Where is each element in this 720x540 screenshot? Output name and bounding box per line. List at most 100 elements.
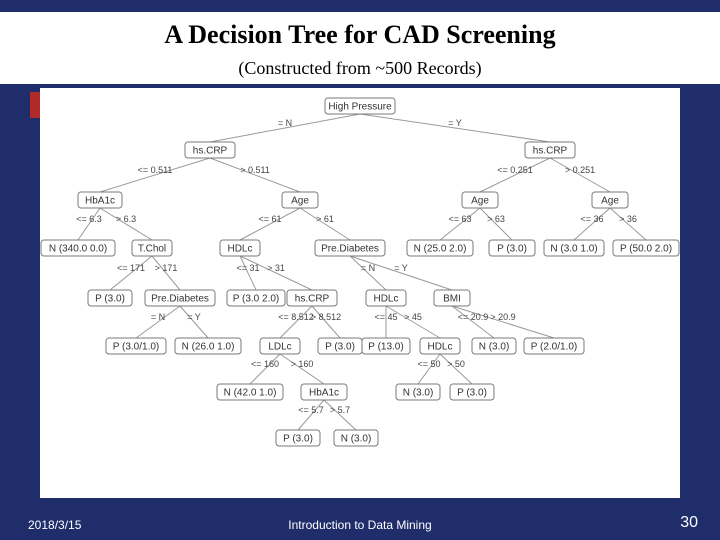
tree-edge-label: <= 45 [374, 312, 397, 322]
tree-edge-label: <= 160 [251, 359, 279, 369]
tree-edge [312, 306, 340, 338]
footer-title: Introduction to Data Mining [0, 518, 720, 532]
tree-edge [440, 208, 480, 240]
tree-node-label: LDLc [268, 342, 291, 353]
tree-edge-label: <= 5.7 [298, 405, 324, 415]
tree-edge [78, 208, 100, 240]
tree-edge-label: > 0.251 [565, 165, 595, 175]
tree-node-label: BMI [443, 294, 461, 305]
tree-node-label: P (13.0) [368, 342, 403, 353]
tree-node-label: HDLc [373, 294, 398, 305]
tree-node-label: N (3.0) [479, 342, 510, 353]
tree-node-label: P (3.0) [283, 434, 313, 445]
tree-node-label: Pre.Diabetes [151, 294, 209, 305]
tree-edge-label: > 20.9 [490, 312, 515, 322]
tree-node-label: N (3.0) [403, 388, 434, 399]
tree-edge [240, 208, 300, 240]
tree-edge-label: > 50 [447, 359, 465, 369]
tree-edge [240, 256, 312, 290]
tree-edge-label: <= 31 [236, 263, 259, 273]
tree-edge-label: > 5.7 [330, 405, 350, 415]
tree-edge [452, 306, 494, 338]
tree-edge [180, 306, 208, 338]
tree-edge-label: <= 36 [580, 214, 603, 224]
tree-node-label: hs.CRP [295, 294, 330, 305]
tree-edge-label: <= 50 [417, 359, 440, 369]
tree-node-label: P (3.0 2.0) [233, 294, 280, 305]
tree-node-label: T.Chol [138, 244, 166, 255]
tree-edge-label: > 36 [619, 214, 637, 224]
tree-node-label: P (3.0) [325, 342, 355, 353]
tree-edge-label: > 63 [487, 214, 505, 224]
tree-node-label: P (3.0) [95, 294, 125, 305]
tree-edge [386, 306, 440, 338]
tree-edge-label: <= 61 [258, 214, 281, 224]
tree-edge [452, 306, 554, 338]
tree-edge-label: = Y [187, 312, 201, 322]
tree-edge-label: = N [151, 312, 165, 322]
tree-edge-label: <= 20.9 [458, 312, 489, 322]
tree-node-label: hs.CRP [193, 146, 228, 157]
tree-edge [210, 158, 300, 192]
tree-edge [574, 208, 610, 240]
tree-edge-label: = Y [394, 263, 408, 273]
tree-edge-label: <= 63 [448, 214, 471, 224]
tree-node-label: hs.CRP [533, 146, 568, 157]
tree-edge-label: = Y [448, 118, 462, 128]
tree-edge [350, 256, 386, 290]
tree-edge-label: <= 6.3 [76, 214, 102, 224]
tree-node-label: N (25.0 2.0) [414, 244, 467, 255]
tree-node-label: High Pressure [328, 102, 392, 113]
tree-node-label: N (340.0 0.0) [49, 244, 107, 255]
tree-edge-label: = N [361, 263, 375, 273]
tree-edge [100, 158, 210, 192]
tree-node-label: HDLc [227, 244, 252, 255]
tree-node-label: HbA1c [309, 388, 339, 399]
tree-edge [100, 208, 152, 240]
tree-edge-label: = N [278, 118, 292, 128]
tree-node-label: N (3.0) [341, 434, 372, 445]
tree-edge [550, 158, 610, 192]
tree-edge [350, 256, 452, 290]
slide-subtitle: (Constructed from ~500 Records) [0, 56, 720, 81]
tree-node-label: Age [291, 196, 309, 207]
tree-edge-label: > 0.511 [240, 165, 270, 175]
tree-edge [110, 256, 152, 290]
tree-edge [300, 208, 350, 240]
tree-node-label: P (3.0) [457, 388, 487, 399]
tree-edge-label: <= 8.512 [278, 312, 314, 322]
tree-node-label: P (3.0) [497, 244, 527, 255]
tree-edge-label: > 171 [155, 263, 178, 273]
tree-edge [280, 306, 312, 338]
tree-svg: High Pressure hs.CRP hs.CRP HbA1c Age Age Age N… [40, 88, 680, 498]
tree-edge-label: <= 0.251 [497, 165, 533, 175]
slide-number: 30 [680, 514, 698, 532]
tree-edge [610, 208, 646, 240]
tree-node-label: Age [471, 196, 489, 207]
tree-edge-label: > 6.3 [116, 214, 136, 224]
tree-edge [240, 256, 256, 290]
slide: A Decision Tree for CAD Screening (Const… [0, 0, 720, 540]
slide-title: A Decision Tree for CAD Screening [0, 18, 720, 52]
tree-edge-label: > 61 [316, 214, 334, 224]
tree-node-label: N (3.0 1.0) [550, 244, 597, 255]
decision-tree-diagram: High Pressure hs.CRP hs.CRP HbA1c Age Age Age N… [40, 88, 680, 498]
tree-node-label: P (50.0 2.0) [620, 244, 672, 255]
footer: 2018/3/15 Introduction to Data Mining 30 [0, 512, 720, 532]
tree-node-label: Age [601, 196, 619, 207]
tree-node-label: HbA1c [85, 196, 115, 207]
tree-node-label: N (26.0 1.0) [182, 342, 235, 353]
tree-edge [136, 306, 180, 338]
tree-node-label: N (42.0 1.0) [224, 388, 277, 399]
tree-edge [480, 208, 512, 240]
tree-edge-label: <= 171 [117, 263, 145, 273]
tree-node-label: Pre.Diabetes [321, 244, 379, 255]
tree-edge-label: > 45 [404, 312, 422, 322]
tree-node-label: P (2.0/1.0) [531, 342, 578, 353]
tree-edge-label: > 8.512 [311, 312, 341, 322]
tree-edge-label: <= 0.511 [138, 165, 173, 175]
tree-node-label: HDLc [427, 342, 452, 353]
tree-edge-label: > 31 [267, 263, 285, 273]
tree-node-label: P (3.0/1.0) [113, 342, 160, 353]
tree-edge [152, 256, 180, 290]
